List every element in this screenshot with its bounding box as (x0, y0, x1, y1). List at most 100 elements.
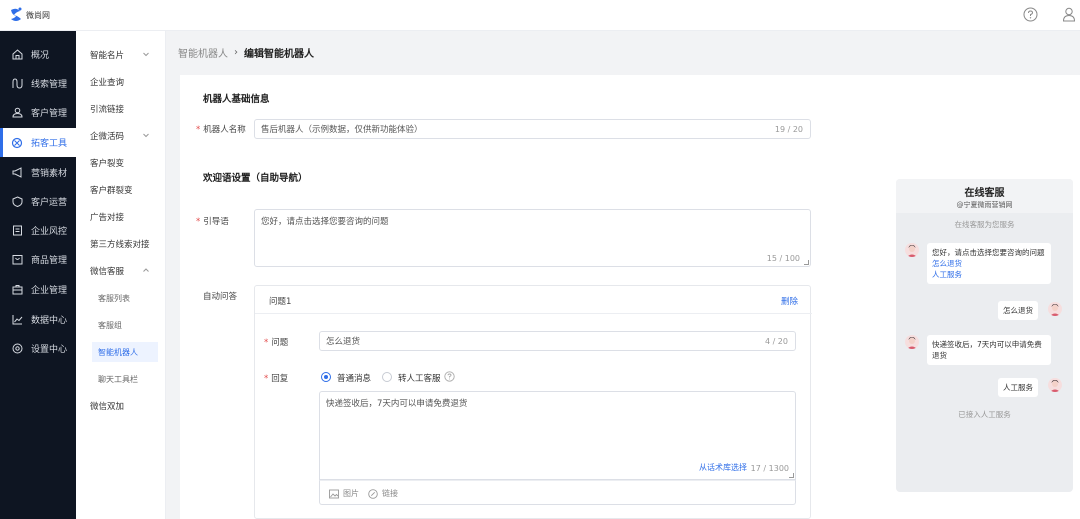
nav-item-settings[interactable]: 设置中心 (0, 334, 76, 363)
char-count: 15 / 100 (766, 254, 800, 263)
subnav-item-ads[interactable]: 广告对接 (90, 207, 162, 227)
subnav-child-service-group[interactable]: 客服组 (92, 315, 158, 335)
char-count: 4 / 20 (764, 337, 788, 346)
char-count: 17 / 1300 (750, 464, 789, 473)
subnav-child-service-list[interactable]: 客服列表 (92, 288, 158, 308)
nav-item-products[interactable]: 商品管理 (0, 245, 76, 274)
subnav-item-traffic-link[interactable]: 引流链接 (90, 99, 162, 119)
label-text: 回复 (271, 374, 289, 384)
subnav-child-smart-robot[interactable]: 智能机器人 (92, 342, 158, 362)
user-icon[interactable] (1060, 5, 1078, 23)
chevron-down-icon (143, 52, 149, 57)
label-text: 问题 (271, 338, 289, 348)
radio-human[interactable] (382, 372, 392, 382)
subnav-item-wechat-double[interactable]: 微信双加 (90, 396, 162, 416)
user-avatar (1048, 378, 1062, 392)
chevron-up-icon (143, 268, 149, 272)
subnav-item-company-query[interactable]: 企业查询 (90, 72, 162, 92)
subnav-item-live-code[interactable]: 企微活码 (90, 126, 162, 146)
guide-textarea[interactable]: 您好，请点击选择您要咨询的问题 15 / 100 (254, 209, 811, 267)
robot-name-input[interactable]: 售后机器人（示例数据，仅供新功能体验） 19 / 20 (254, 119, 811, 139)
help-circle-icon[interactable] (1021, 5, 1039, 23)
logo-text: 微尚网 (26, 10, 50, 20)
subnav-label: 企微活码 (90, 132, 125, 142)
bubble-text: 人工服务 (1003, 383, 1033, 392)
nav-item-tools[interactable]: 拓客工具 (0, 128, 76, 157)
qa-title: 问题1 (269, 297, 292, 307)
bot-message-1: 您好，请点击选择您要咨询的问题 怎么退货 人工服务 (927, 243, 1051, 284)
preview-option-return[interactable]: 怎么退货 (932, 258, 1046, 269)
qa-header: 问题1 删除 (255, 286, 812, 314)
subnav-label: 客户群裂变 (90, 186, 133, 196)
radio-label: 转人工客服 (398, 374, 441, 384)
robot-name-value: 售后机器人（示例数据，仅供新功能体验） (261, 125, 423, 135)
help-circle-icon[interactable] (444, 371, 455, 382)
customers-icon (11, 107, 23, 119)
subnav-item-business-card[interactable]: 智能名片 (90, 45, 162, 65)
image-icon (329, 489, 339, 498)
nav-item-data[interactable]: 数据中心 (0, 305, 76, 334)
nav-item-label: 客户运营 (31, 198, 68, 208)
required-mark: * (264, 338, 269, 348)
chart-icon (11, 314, 23, 326)
subnav-label: 微信客服 (90, 267, 125, 277)
nav-item-label: 营销素材 (31, 169, 68, 179)
chevron-down-icon (143, 133, 149, 138)
insert-image-button[interactable]: 图片 (329, 488, 359, 499)
logo[interactable]: 微尚网 (9, 5, 50, 25)
subnav-item-third-party[interactable]: 第三方线索对接 (90, 234, 162, 254)
nav-item-label: 数据中心 (31, 316, 68, 326)
auto-qa-label: 自动问答 (203, 292, 238, 302)
guide-value: 您好，请点击选择您要咨询的问题 (261, 217, 389, 227)
nav-item-overview[interactable]: 概况 (0, 40, 76, 69)
subnav-item-group-fission[interactable]: 客户群裂变 (90, 180, 162, 200)
reply-label: * 回复 (264, 372, 288, 384)
product-icon (11, 254, 23, 266)
question-value: 怎么退货 (326, 337, 361, 347)
resize-handle[interactable] (804, 260, 809, 265)
required-mark: * (196, 125, 201, 135)
image-label: 图片 (343, 489, 359, 498)
preview-option-human[interactable]: 人工服务 (932, 269, 1046, 280)
subnav-label: 客服列表 (98, 293, 130, 303)
megaphone-icon (11, 167, 23, 179)
guide-label: * 引导语 (196, 215, 229, 227)
question-input[interactable]: 怎么退货 4 / 20 (319, 331, 796, 351)
breadcrumb-parent[interactable]: 智能机器人 (178, 45, 228, 60)
nav-item-label: 客户管理 (31, 109, 68, 119)
nav-item-customers[interactable]: 客户管理 (0, 98, 76, 127)
reply-toolbar: 图片 链接 (319, 480, 796, 505)
library-link[interactable]: 从话术库选择 (699, 462, 747, 473)
subnav-child-chat-toolbar[interactable]: 聊天工具栏 (92, 369, 158, 389)
nav-item-leads[interactable]: 线索管理 (0, 69, 76, 98)
nav-item-risk[interactable]: 企业风控 (0, 216, 76, 245)
delete-button[interactable]: 删除 (781, 295, 798, 307)
nav-item-materials[interactable]: 营销素材 (0, 158, 76, 187)
bot-avatar (905, 335, 919, 349)
section-title-welcome: 欢迎语设置（自助导航） (203, 173, 308, 184)
top-bar: 微尚网 (0, 0, 1080, 31)
home-icon (11, 49, 23, 61)
subnav-item-wechat-service[interactable]: 微信客服 (90, 261, 162, 281)
reply-textarea[interactable]: 快递签收后，7天内可以申请免费退货 从话术库选择 17 / 1300 (319, 391, 796, 480)
chat-preview: 在线客服 @宁夏微雨营销网 在线客服为您服务 您好，请点击选择您要咨询的问题 怎… (896, 179, 1073, 492)
bubble-text: 怎么退货 (1003, 306, 1033, 315)
subnav-label: 客户裂变 (90, 159, 125, 169)
breadcrumb-current: 编辑智能机器人 (244, 49, 314, 60)
subnav-item-customer-fission[interactable]: 客户裂变 (90, 153, 162, 173)
document-icon (11, 225, 23, 237)
nav-item-label: 企业管理 (31, 286, 68, 296)
preview-status-start: 在线客服为您服务 (954, 220, 1015, 229)
preview-header: 在线客服 @宁夏微雨营销网 (896, 179, 1073, 213)
settings-icon (11, 343, 23, 355)
resize-handle[interactable] (789, 473, 794, 478)
label-text: 机器人名称 (203, 125, 246, 135)
nav-item-enterprise[interactable]: 企业管理 (0, 275, 76, 304)
nav-item-operations[interactable]: 客户运营 (0, 187, 76, 216)
insert-link-button[interactable]: 链接 (368, 488, 398, 499)
required-mark: * (196, 217, 201, 227)
nav-item-label: 线索管理 (31, 80, 68, 90)
label-text: 引导语 (203, 217, 229, 227)
radio-normal[interactable] (321, 372, 331, 382)
breadcrumb: 智能机器人 › 编辑智能机器人 (178, 45, 314, 60)
